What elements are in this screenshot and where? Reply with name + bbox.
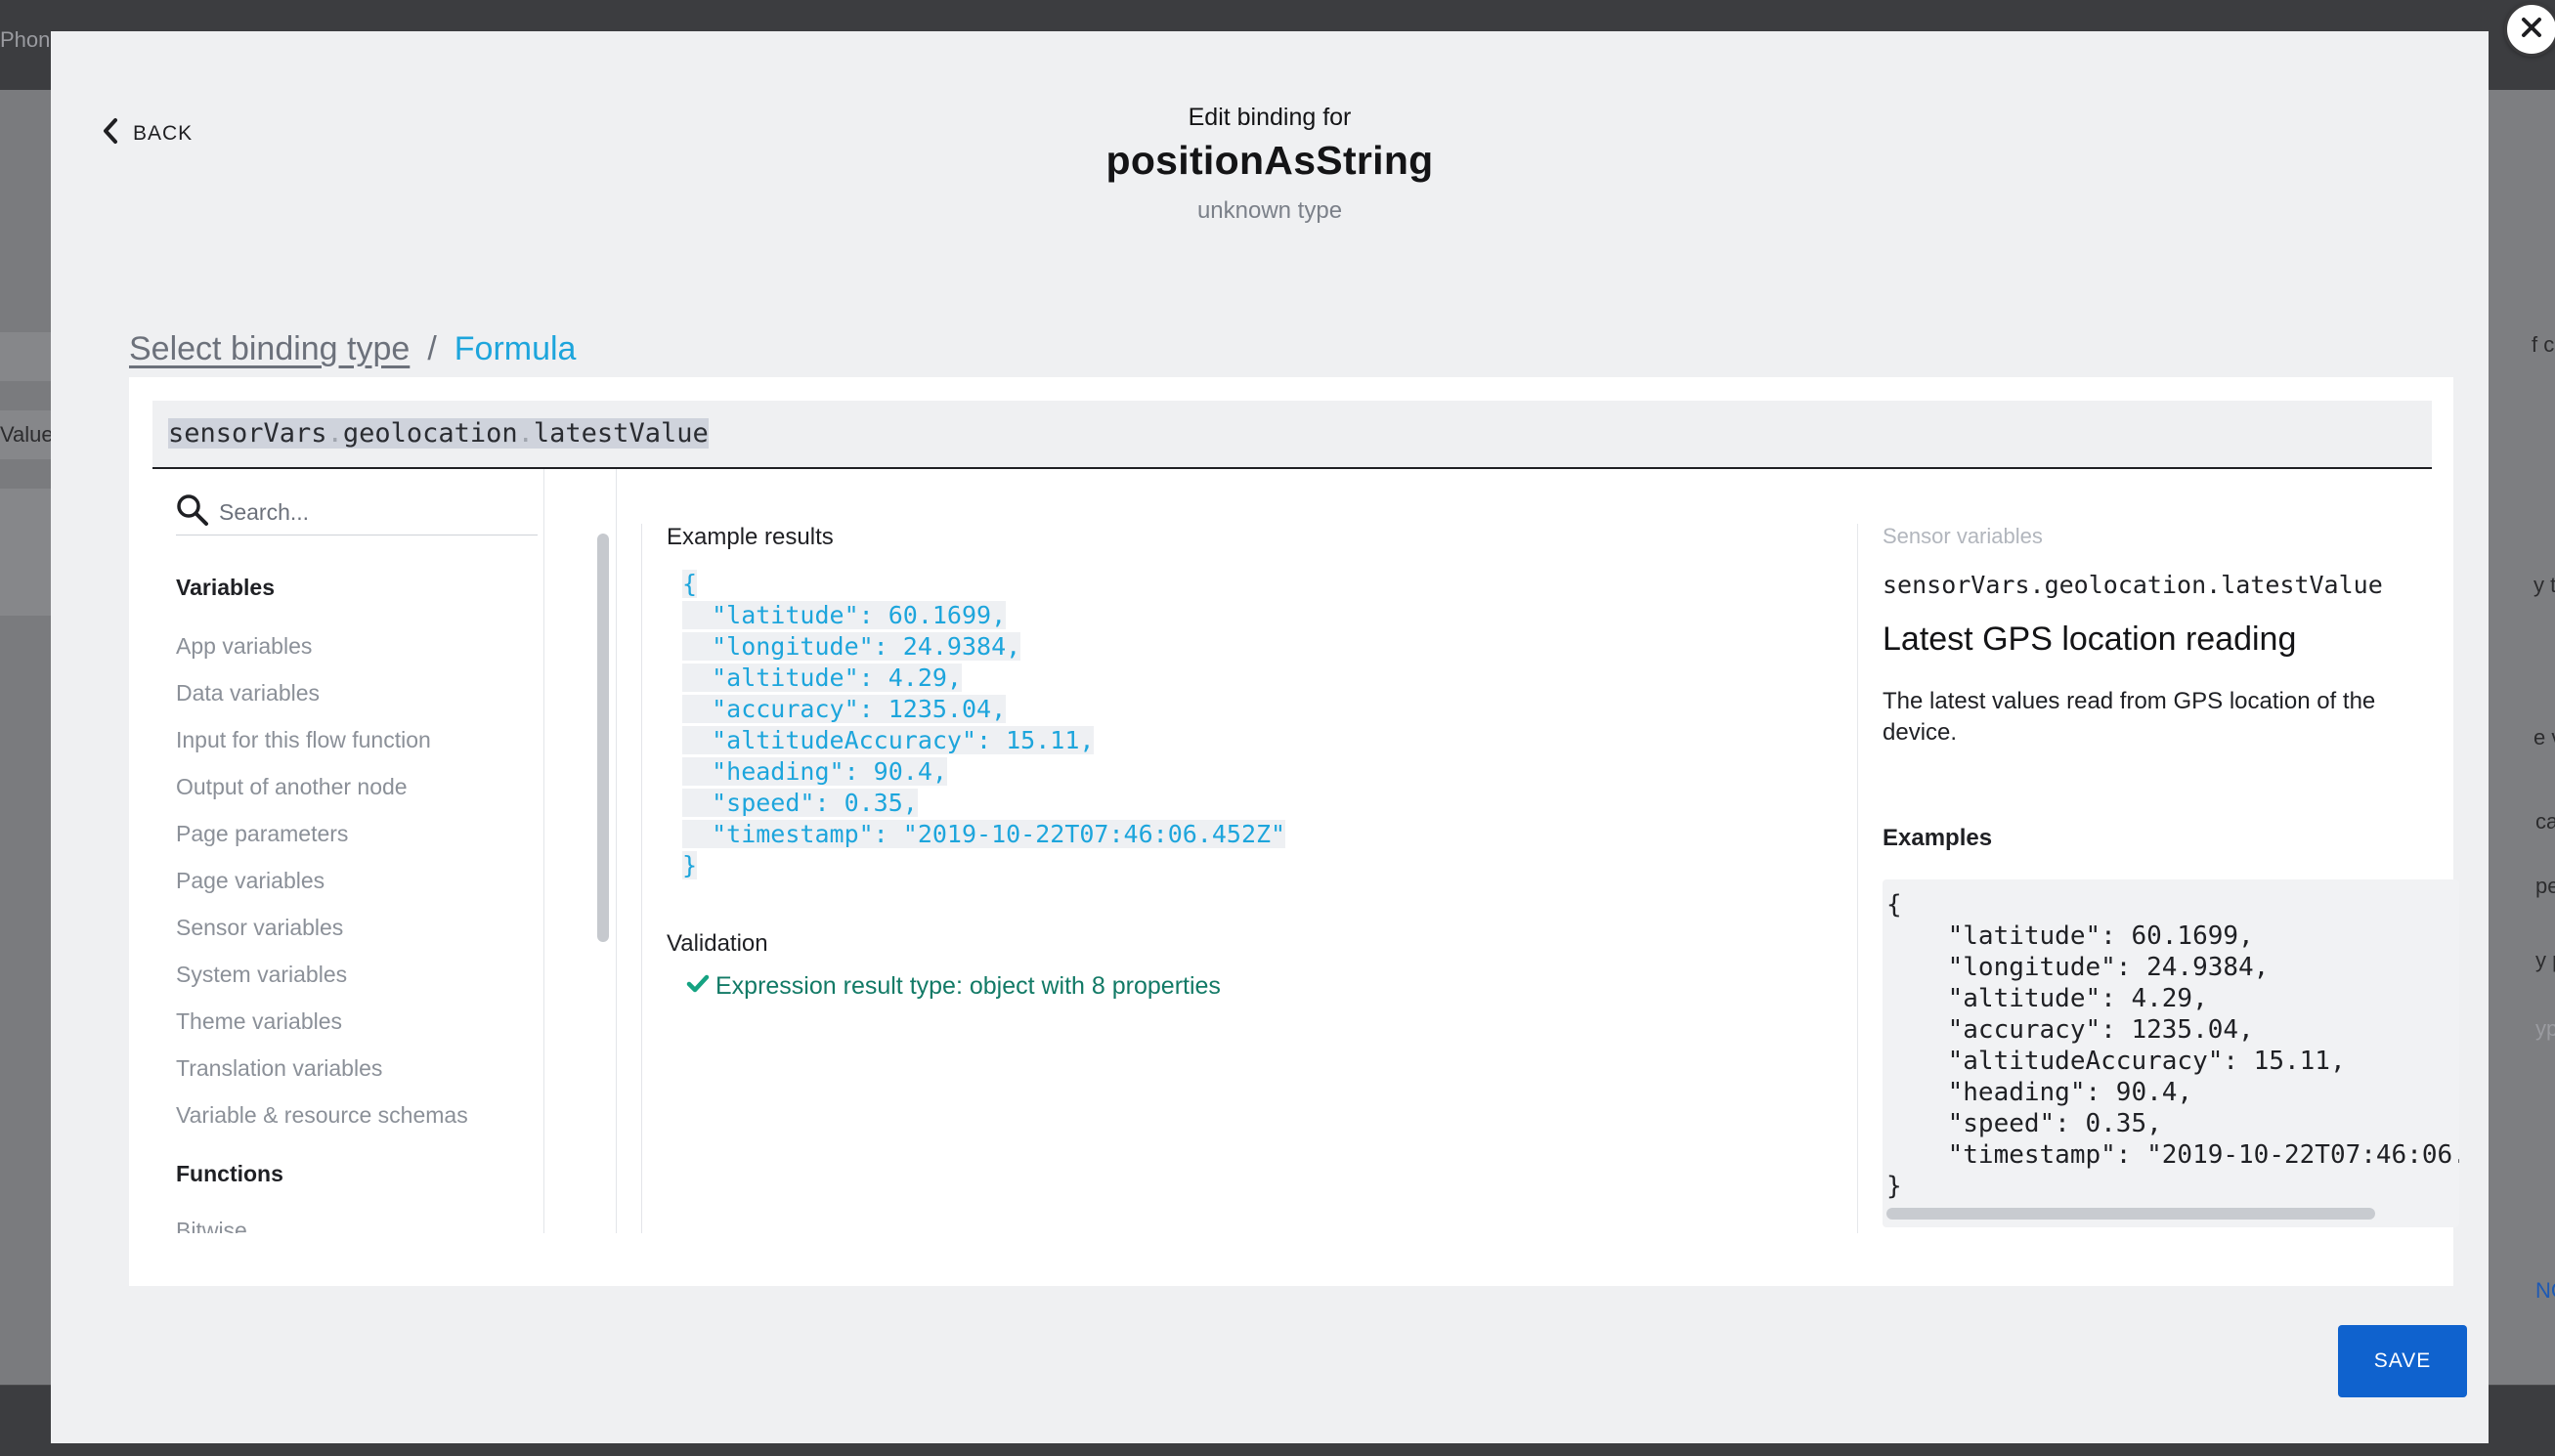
sidebar-item-data-variables[interactable]: Data variables — [176, 680, 320, 707]
examples-title: Examples — [1883, 825, 1993, 851]
breadcrumb: Select binding type / Formula — [129, 330, 576, 368]
json-line: "speed": 0.35, — [682, 789, 918, 817]
json-line: { — [682, 570, 698, 598]
sidebar-item-node-output[interactable]: Output of another node — [176, 774, 408, 800]
formula-dot: . — [517, 418, 534, 449]
code-line: "longitude": 24.9384, — [1886, 953, 2270, 982]
sidebar-item-theme-variables[interactable]: Theme variables — [176, 1008, 342, 1035]
background-band — [0, 489, 51, 616]
code-line: "altitude": 4.29, — [1886, 984, 2208, 1013]
validation-label: Validation — [667, 930, 768, 957]
binding-name: positionAsString — [1105, 138, 1434, 183]
info-category: Sensor variables — [1883, 524, 2043, 548]
modal-header: Edit binding for positionAsString unknow… — [51, 104, 2489, 225]
json-line: } — [682, 851, 698, 879]
formula-part: latestValue — [533, 418, 709, 449]
close-icon — [2520, 16, 2543, 44]
validation-message: Expression result type: object with 8 pr… — [686, 972, 1221, 1001]
sidebar-item-bitwise[interactable]: Bitwise — [176, 1218, 247, 1233]
breadcrumb-select-binding-type[interactable]: Select binding type — [129, 330, 410, 368]
formula-input[interactable]: sensorVars.geolocation.latestValue — [152, 401, 2432, 469]
json-line: "timestamp": "2019-10-22T07:46:06.452Z" — [682, 820, 1286, 848]
code-line: "timestamp": "2019-10-22T07:46:06. — [1886, 1140, 2459, 1170]
code-line: "heading": 90.4, — [1886, 1078, 2193, 1107]
sidebar-divider — [543, 469, 544, 1233]
column-divider — [641, 524, 642, 1233]
json-line: "longitude": 24.9384, — [682, 632, 1021, 661]
sidebar-scrollbar[interactable] — [597, 534, 609, 942]
background-text: f c — [2532, 332, 2555, 357]
info-expression: sensorVars.geolocation.latestValue — [1883, 571, 2383, 599]
breadcrumb-formula: Formula — [454, 330, 577, 367]
code-line: "latitude": 60.1699, — [1886, 921, 2254, 951]
sidebar-scroll-track — [616, 469, 617, 1233]
search-icon — [176, 493, 209, 532]
sidebar-item-translation-variables[interactable]: Translation variables — [176, 1055, 382, 1082]
formula-part: sensorVars — [168, 418, 327, 449]
functions-section-title: Functions — [176, 1161, 283, 1186]
edit-binding-modal: BACK Edit binding for positionAsString u… — [51, 31, 2489, 1443]
background-text: NC — [2535, 1278, 2555, 1303]
background-text: car — [2535, 809, 2555, 834]
search-input[interactable] — [219, 499, 512, 526]
info-divider — [1857, 524, 1858, 1233]
results-column: Example results { "latitude": 60.1699, "… — [667, 524, 1286, 881]
save-button[interactable]: SAVE — [2338, 1325, 2467, 1397]
formula-dot: . — [326, 418, 343, 449]
sidebar-item-schemas[interactable]: Variable & resource schemas — [176, 1102, 468, 1129]
code-horizontal-scrollbar[interactable] — [1886, 1208, 2375, 1220]
binding-type: unknown type — [1196, 197, 1343, 224]
checkmark-icon — [686, 973, 710, 1000]
search-field[interactable] — [176, 491, 538, 535]
sidebar-item-flow-input[interactable]: Input for this flow function — [176, 727, 431, 753]
background-text: e v — [2533, 725, 2555, 749]
background-text: per — [2535, 874, 2555, 898]
sidebar-item-system-variables[interactable]: System variables — [176, 962, 347, 988]
example-results-label: Example results — [667, 524, 834, 550]
header-subtitle: Edit binding for — [1188, 104, 1352, 131]
breadcrumb-separator: / — [427, 330, 437, 367]
code-line: "accuracy": 1235.04, — [1886, 1015, 2254, 1045]
info-description: The latest values read from GPS location… — [1883, 688, 2376, 746]
sidebar-item-app-variables[interactable]: App variables — [176, 633, 312, 660]
variables-section-title: Variables — [176, 575, 276, 600]
formula-text: sensorVars.geolocation.latestValue — [168, 418, 709, 449]
json-line: "altitudeAccuracy": 15.11, — [682, 726, 1095, 754]
info-title: Latest GPS location reading — [1883, 621, 2297, 658]
background-text: ype — [2535, 1016, 2555, 1041]
sidebar-item-page-parameters[interactable]: Page parameters — [176, 821, 348, 847]
close-button[interactable] — [2504, 2, 2555, 57]
code-line: "altitudeAccuracy": 15.11, — [1886, 1047, 2346, 1076]
json-line: "accuracy": 1235.04, — [682, 695, 1007, 723]
validation-text: Expression result type: object with 8 pr… — [715, 972, 1221, 1000]
sidebar-item-sensor-variables[interactable]: Sensor variables — [176, 915, 343, 941]
background-text: Phon — [0, 27, 51, 52]
example-results-json: { "latitude": 60.1699, "longitude": 24.9… — [682, 569, 1286, 881]
background-band — [0, 332, 51, 381]
json-line: "heading": 90.4, — [682, 757, 947, 786]
background-text: y t — [2533, 573, 2555, 597]
background-text: Value — [0, 422, 51, 447]
examples-code-box: { "latitude": 60.1699, "longitude": 24.9… — [1883, 879, 2459, 1227]
formula-part: geolocation — [342, 418, 518, 449]
code-line: "speed": 0.35, — [1886, 1109, 2162, 1138]
background-text: y p — [2535, 948, 2555, 972]
json-line: "latitude": 60.1699, — [682, 601, 1007, 629]
code-line: { — [1886, 890, 1902, 920]
code-line: } — [1886, 1172, 1902, 1201]
sidebar-item-page-variables[interactable]: Page variables — [176, 868, 325, 894]
info-column: Sensor variables sensorVars.geolocation.… — [1883, 524, 2459, 1227]
formula-editor-panel: sensorVars.geolocation.latestValue Varia… — [129, 377, 2459, 1286]
background-left-panel — [0, 90, 51, 1385]
json-line: "altitude": 4.29, — [682, 664, 962, 692]
variable-browser: Variables App variables Data variables I… — [152, 469, 543, 1233]
